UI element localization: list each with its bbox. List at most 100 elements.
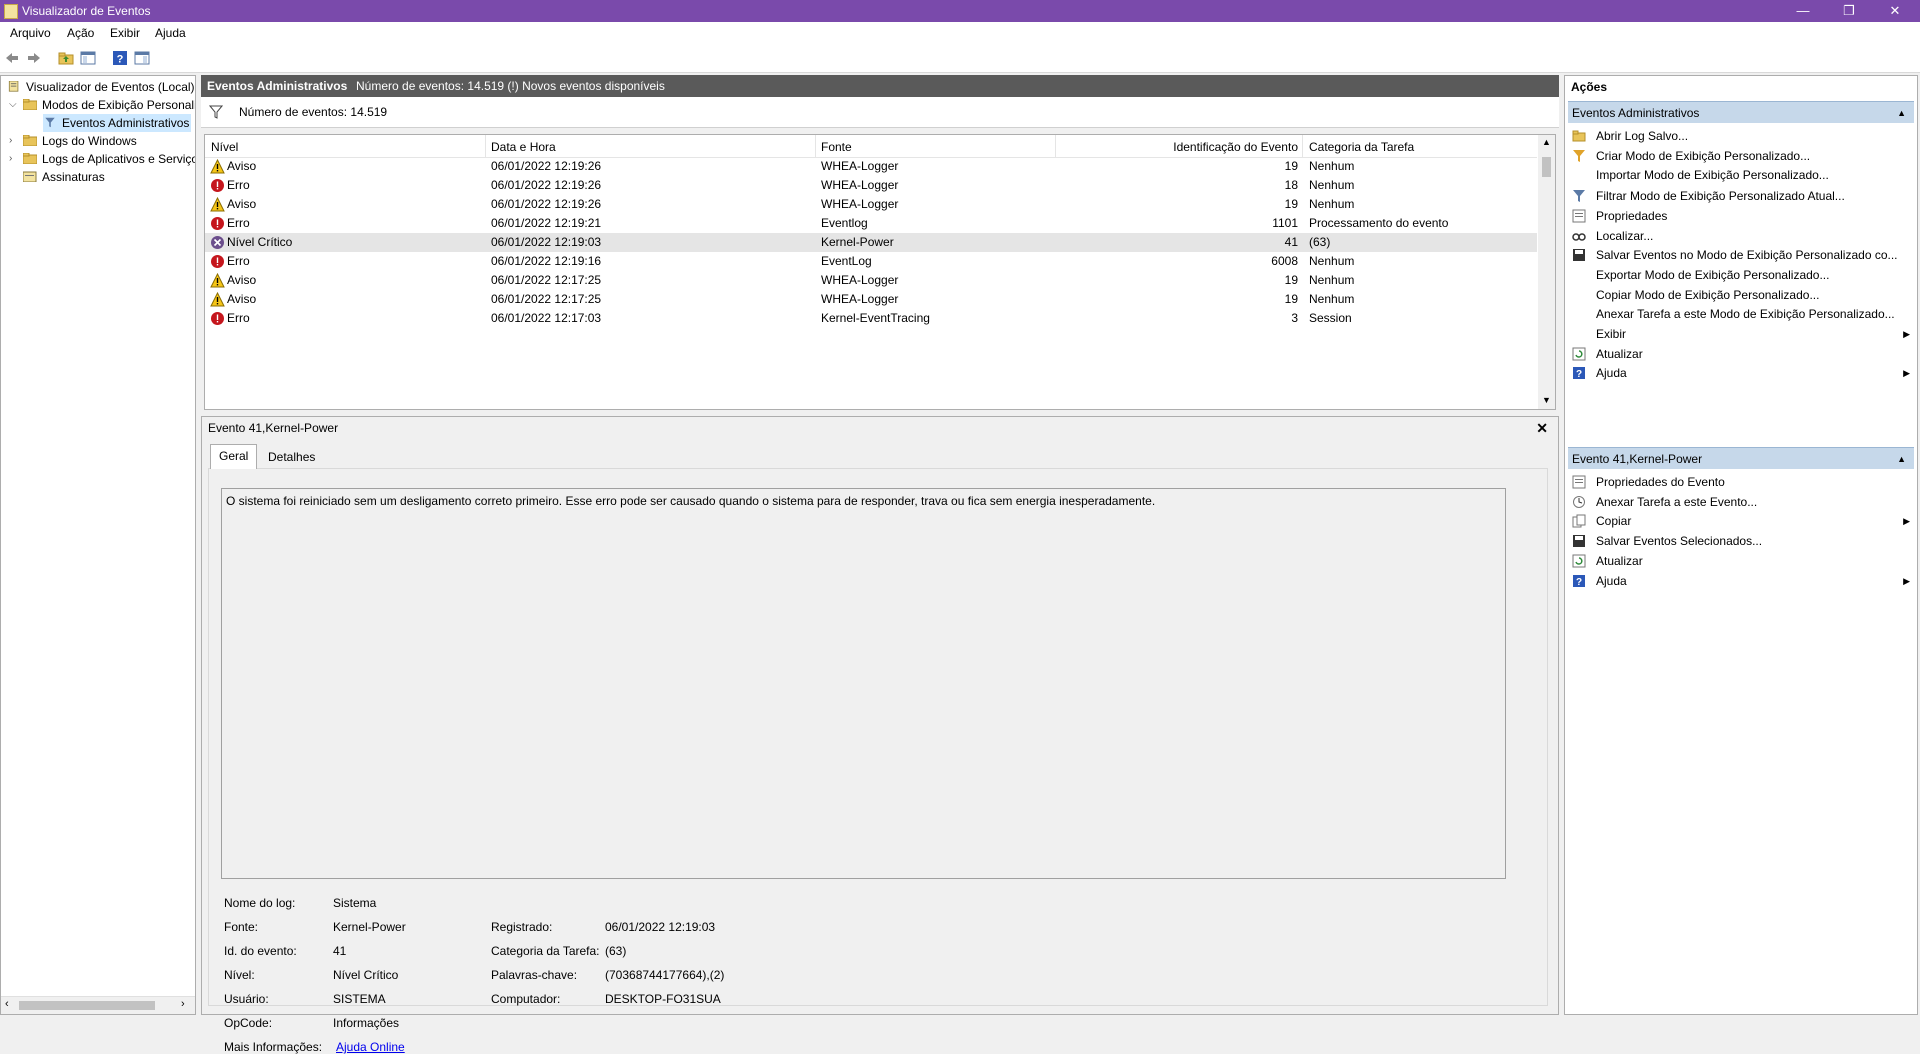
actions-section-admin-events[interactable]: Eventos Administrativos ▲: [1568, 101, 1914, 123]
close-button[interactable]: ✕: [1872, 0, 1918, 22]
tree-custom-views[interactable]: Modos de Exibição Personali: [23, 96, 195, 114]
event-row[interactable]: Erro 06/01/2022 12:19:26 WHEA-Logger 18 Nenh…: [205, 176, 1537, 195]
action-label: Exibir: [1596, 327, 1627, 341]
tab-general[interactable]: Geral: [210, 444, 258, 469]
tree-windows-logs[interactable]: Logs do Windows: [23, 132, 137, 150]
event-row[interactable]: Erro 06/01/2022 12:19:16 EventLog 6008 Nenhu…: [205, 252, 1537, 271]
tree-admin-events-label: Eventos Administrativos: [62, 116, 190, 130]
action-propriedades[interactable]: Propriedades: [1568, 205, 1914, 227]
action-importar-modo-de-exibi-o-personalizado[interactable]: Importar Modo de Exibição Personalizado.…: [1568, 164, 1914, 186]
menu-arquivo[interactable]: Arquivo: [10, 26, 51, 40]
tree-admin-events[interactable]: Eventos Administrativos: [43, 114, 192, 132]
tab-details[interactable]: Detalhes: [260, 446, 323, 468]
event-source: Kernel-Power: [821, 235, 894, 249]
toolbar: ?: [0, 44, 1920, 73]
col-level[interactable]: Nível: [211, 140, 238, 154]
event-row[interactable]: Aviso 06/01/2022 12:17:25 WHEA-Logger 19 Nen…: [205, 271, 1537, 290]
collapse-section-icon[interactable]: ▲: [1897, 102, 1906, 124]
action-label: Ajuda: [1596, 573, 1627, 588]
action-copiar-modo-de-exibi-o-personalizado[interactable]: Copiar Modo de Exibição Personalizado...: [1568, 284, 1914, 306]
menu-ajuda[interactable]: Ajuda: [155, 26, 186, 40]
online-help-link[interactable]: Ajuda Online: [336, 1040, 405, 1054]
computer-value: DESKTOP-FO31SUA: [605, 992, 721, 1006]
action-anexar-tarefa-a-este-evento[interactable]: Anexar Tarefa a este Evento...: [1568, 491, 1914, 513]
collapse-chevron-icon[interactable]: ⌵: [9, 96, 19, 114]
column-separator[interactable]: [1055, 135, 1056, 157]
action-atualizar[interactable]: Atualizar: [1568, 550, 1914, 572]
event-row[interactable]: Aviso 06/01/2022 12:19:26 WHEA-Logger 19 Nen…: [205, 195, 1537, 214]
event-row[interactable]: Erro 06/01/2022 12:17:03 Kernel-EventTraci…: [205, 309, 1537, 328]
action-propriedades-do-evento[interactable]: Propriedades do Evento: [1568, 471, 1914, 493]
action-ajuda[interactable]: ? Ajuda ▶: [1568, 570, 1914, 592]
menu-exibir[interactable]: Exibir: [110, 26, 140, 40]
action-label: Copiar Modo de Exibição Personalizado...: [1596, 287, 1820, 302]
event-description[interactable]: O sistema foi reiniciado sem um desligam…: [221, 488, 1506, 879]
action-copiar[interactable]: Copiar ▶: [1568, 510, 1914, 532]
event-count-info: Número de eventos: 14.519 (!) Novos even…: [356, 79, 665, 93]
col-source[interactable]: Fonte: [821, 140, 852, 154]
menu-bar: Arquivo Ação Exibir Ajuda: [0, 22, 1920, 44]
event-datetime: 06/01/2022 12:19:16: [491, 254, 602, 268]
scroll-left-icon[interactable]: ‹: [5, 998, 9, 1010]
show-hide-tree-icon[interactable]: [80, 50, 96, 66]
view-title: Eventos Administrativos: [207, 79, 348, 93]
action-ajuda[interactable]: ? Ajuda ▶: [1568, 362, 1914, 384]
event-row[interactable]: Erro 06/01/2022 12:19:21 Eventlog 1101 Proce…: [205, 214, 1537, 233]
scroll-up-icon[interactable]: ▲: [1542, 137, 1551, 147]
scrollbar-thumb[interactable]: [19, 1001, 155, 1010]
grid-vertical-scrollbar[interactable]: ▲ ▼: [1538, 135, 1555, 409]
expand-chevron-icon[interactable]: ›: [9, 132, 19, 150]
back-icon[interactable]: [4, 50, 20, 66]
event-row[interactable]: Aviso 06/01/2022 12:19:26 WHEA-Logger 19 Nen…: [205, 157, 1537, 176]
tree-subscriptions[interactable]: Assinaturas: [23, 168, 105, 186]
tree-horizontal-scrollbar[interactable]: ‹ ›: [1, 996, 195, 1014]
column-separator[interactable]: [485, 135, 486, 157]
col-event-id[interactable]: Identificação do Evento: [1063, 140, 1298, 154]
folder-icon: [23, 153, 37, 164]
column-separator[interactable]: [815, 135, 816, 157]
collapse-section-icon[interactable]: ▲: [1897, 448, 1906, 470]
filter-icon: [45, 117, 55, 128]
expand-chevron-icon[interactable]: ›: [9, 150, 19, 168]
action-abrir-log-salvo[interactable]: Abrir Log Salvo...: [1568, 125, 1914, 147]
action-localizar[interactable]: Localizar...: [1568, 225, 1914, 247]
task-category-value: (63): [605, 944, 627, 958]
maximize-button[interactable]: ❐: [1826, 0, 1872, 22]
col-task-category[interactable]: Categoria da Tarefa: [1309, 140, 1414, 154]
up-folder-icon[interactable]: [58, 50, 74, 66]
scroll-right-icon[interactable]: ›: [181, 998, 185, 1010]
column-separator[interactable]: [1302, 135, 1303, 157]
action-filtrar-modo-de-exibi-o-personalizado-atual[interactable]: Filtrar Modo de Exibição Personalizado A…: [1568, 185, 1914, 207]
properties-icon: [1572, 475, 1586, 489]
event-source: WHEA-Logger: [821, 273, 899, 287]
tree-app-logs[interactable]: Logs de Aplicativos e Serviço: [23, 150, 195, 168]
svg-text:?: ?: [1576, 577, 1582, 588]
action-exportar-modo-de-exibi-o-personalizado[interactable]: Exportar Modo de Exibição Personalizado.…: [1568, 264, 1914, 286]
scrollbar-thumb[interactable]: [1542, 157, 1551, 177]
actions-section-event[interactable]: Evento 41,Kernel-Power ▲: [1568, 447, 1914, 469]
menu-acao[interactable]: Ação: [67, 26, 94, 40]
event-viewer-app-icon: [4, 4, 18, 19]
close-detail-icon[interactable]: ✕: [1536, 420, 1548, 437]
action-exibir[interactable]: Exibir ▶: [1568, 323, 1914, 345]
minimize-button[interactable]: —: [1780, 0, 1826, 22]
action-salvar-eventos-selecionados[interactable]: Salvar Eventos Selecionados...: [1568, 530, 1914, 552]
event-source: WHEA-Logger: [821, 292, 899, 306]
event-source: Eventlog: [821, 216, 868, 230]
event-task-category: Nenhum: [1309, 292, 1355, 306]
tree-root-node[interactable]: Visualizador de Eventos (Local): [7, 78, 195, 96]
show-hide-action-pane-icon[interactable]: [134, 50, 150, 66]
action-salvar-eventos-no-modo-de-exibi-o-personalizado-co[interactable]: Salvar Eventos no Modo de Exibição Perso…: [1568, 244, 1914, 266]
action-anexar-tarefa-a-este-modo-de-exibi-o-personalizado[interactable]: Anexar Tarefa a este Modo de Exibição Pe…: [1568, 303, 1914, 325]
event-level: Aviso: [227, 159, 257, 173]
col-datetime[interactable]: Data e Hora: [491, 140, 556, 154]
action-atualizar[interactable]: Atualizar: [1568, 343, 1914, 365]
action-criar-modo-de-exibi-o-personalizado[interactable]: Criar Modo de Exibição Personalizado...: [1568, 145, 1914, 167]
scroll-down-icon[interactable]: ▼: [1542, 395, 1551, 405]
help-icon[interactable]: ?: [112, 50, 128, 66]
forward-icon[interactable]: [26, 50, 42, 66]
level-value: Nível Crítico: [333, 968, 399, 982]
event-row[interactable]: Nível Crítico 06/01/2022 12:19:03 Kernel-P…: [205, 233, 1537, 252]
grid-header: Nível Data e Hora Fonte Identificação do…: [205, 135, 1537, 158]
event-row[interactable]: Aviso 06/01/2022 12:17:25 WHEA-Logger 19 Nen…: [205, 290, 1537, 309]
